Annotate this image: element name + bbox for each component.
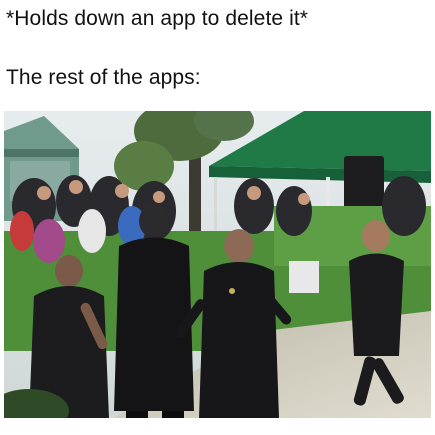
protest-sign: [289, 261, 319, 293]
meme-photo: [4, 111, 431, 418]
caption-line-2: The rest of the apps:: [6, 66, 201, 89]
crowd-scene-illustration: [4, 111, 431, 418]
speaker: [344, 156, 384, 211]
caption-line-1: *Holds down an app to delete it*: [6, 7, 309, 30]
